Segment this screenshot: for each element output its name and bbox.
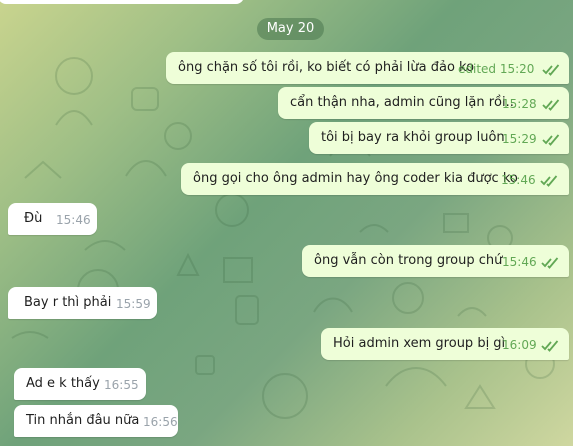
message-time: 16:55 — [104, 378, 139, 392]
message-time: 15:59 — [116, 297, 151, 311]
message-text: ông vẫn còn trong group chứ — [314, 253, 503, 268]
double-check-icon — [542, 64, 560, 76]
message-bubble-outgoing[interactable]: cẩn thận nha, admin cũng lặn rồi.. 15:28 — [278, 87, 569, 119]
message-time: 15:46 — [56, 213, 91, 227]
message-text: tôi bị bay ra khỏi group luôn — [321, 130, 505, 145]
message-bubble-outgoing[interactable]: tôi bị bay ra khỏi group luôn 15:29 — [309, 122, 569, 154]
message-time: 15:29 — [502, 132, 537, 146]
message-text: Bay r thì phải — [24, 295, 112, 310]
message-text: ông chặn số tôi rồi, ko biết có phải lừa… — [178, 60, 475, 75]
message-time: 16:56 — [143, 415, 178, 429]
message-text: ông gọi cho ông admin hay ông coder kia … — [193, 171, 518, 186]
message-text: cẩn thận nha, admin cũng lặn rồi.. — [290, 95, 514, 110]
message-bubble-outgoing[interactable]: ông vẫn còn trong group chứ 15:46 — [302, 245, 569, 277]
double-check-icon — [540, 175, 558, 187]
message-time: edited 15:20 — [458, 62, 535, 76]
message-text: Đù — [24, 211, 43, 226]
date-separator: May 20 — [257, 18, 324, 40]
chat-messages-area: May 20 ông chặn số tôi rồi, ko biết có p… — [0, 0, 573, 446]
message-time: 15:46 — [501, 173, 536, 187]
message-bubble-incoming[interactable]: Tin nhắn đâu nữa 16:56 — [14, 405, 178, 437]
previous-message-bubble — [0, 0, 244, 4]
message-text: Hỏi admin xem group bị gì — [333, 336, 506, 351]
message-text: Ad e k thấy — [26, 376, 100, 391]
double-check-icon — [542, 99, 560, 111]
message-text: Tin nhắn đâu nữa — [26, 413, 140, 428]
message-bubble-incoming[interactable]: Ad e k thấy 16:55 — [14, 368, 146, 400]
message-bubble-outgoing[interactable]: Hỏi admin xem group bị gì 16:09 — [321, 328, 569, 360]
message-bubble-outgoing[interactable]: ông chặn số tôi rồi, ko biết có phải lừa… — [166, 52, 569, 84]
message-bubble-incoming[interactable]: Đù 15:46 — [8, 203, 97, 235]
double-check-icon — [541, 257, 559, 269]
message-time: 16:09 — [502, 338, 537, 352]
double-check-icon — [542, 134, 560, 146]
message-time: 15:28 — [502, 97, 537, 111]
message-time: 15:46 — [502, 255, 537, 269]
double-check-icon — [541, 340, 559, 352]
message-bubble-incoming[interactable]: Bay r thì phải 15:59 — [8, 287, 157, 319]
message-bubble-outgoing[interactable]: ông gọi cho ông admin hay ông coder kia … — [181, 163, 569, 195]
